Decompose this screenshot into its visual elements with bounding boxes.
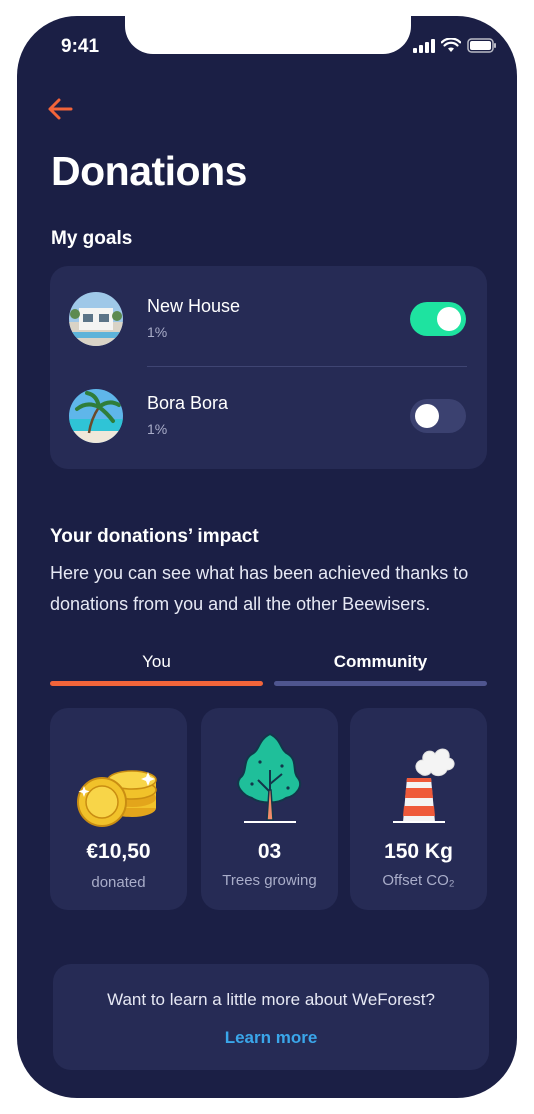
impact-description: Here you can see what has been achieved …	[50, 563, 469, 614]
promo-text: Want to learn a little more about WeFore…	[107, 990, 435, 1009]
goal-toggle-on[interactable]	[410, 302, 466, 336]
weforest-promo-card: Want to learn a little more about WeFore…	[53, 964, 489, 1070]
phone-screen: 9:41 Donations My goals New House 1% Bor…	[17, 16, 517, 1098]
toggle-knob	[437, 307, 461, 331]
stat-card-trees: 03 Trees growing	[201, 708, 338, 910]
goal-toggle-off[interactable]	[410, 399, 466, 433]
goal-name: New House	[147, 296, 241, 316]
factory-icon	[392, 748, 454, 823]
impact-heading: Your donations’ impact	[50, 526, 259, 547]
stat-label: donated	[91, 874, 146, 891]
goal-percent: 1%	[147, 324, 168, 340]
stat-label: Offset CO₂	[382, 872, 455, 889]
goals-heading: My goals	[51, 228, 133, 249]
goals-card: New House 1% Bora Bora 1%	[50, 266, 487, 469]
stat-value: €10,50	[86, 840, 151, 863]
goal-row-new-house[interactable]: New House 1%	[50, 266, 487, 367]
stat-card-co2: 150 Kg Offset CO₂	[350, 708, 487, 910]
goal-percent: 1%	[147, 421, 168, 437]
notch	[125, 16, 411, 54]
stat-value: 03	[257, 840, 282, 863]
tab-community[interactable]: Community	[274, 652, 487, 672]
status-time: 9:41	[61, 36, 100, 57]
coins-icon	[76, 770, 157, 827]
avatar	[69, 389, 123, 443]
status-icons	[413, 38, 497, 53]
stat-label: Trees growing	[222, 872, 317, 889]
learn-more-link[interactable]: Learn more	[53, 1028, 489, 1048]
wifi-icon	[441, 38, 461, 52]
back-arrow-icon[interactable]	[45, 94, 75, 124]
tree-icon	[236, 732, 301, 823]
page-title: Donations	[51, 148, 247, 194]
goal-row-bora-bora[interactable]: Bora Bora 1%	[50, 363, 487, 459]
tab-you[interactable]: You	[50, 652, 263, 672]
tab-community-indicator	[274, 681, 487, 686]
house-image	[69, 292, 123, 346]
signal-icon	[413, 38, 435, 53]
beach-image	[69, 389, 123, 443]
stat-card-donated: €10,50 donated	[50, 708, 187, 910]
avatar	[69, 292, 123, 346]
toggle-knob	[415, 404, 439, 428]
goal-name: Bora Bora	[147, 393, 229, 413]
stat-value: 150 Kg	[384, 840, 453, 863]
battery-icon	[467, 38, 496, 53]
tab-you-indicator	[50, 681, 263, 686]
